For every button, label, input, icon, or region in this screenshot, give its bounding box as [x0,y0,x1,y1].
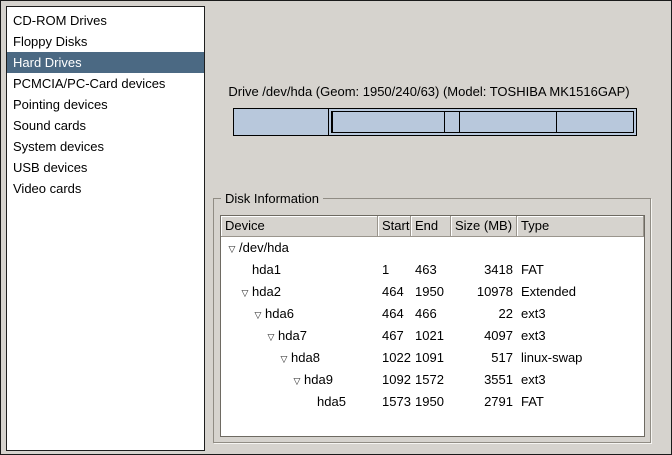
partition-hda9 [460,112,557,132]
cell-size: 10978 [451,281,517,303]
expander-icon[interactable]: ▽ [264,326,278,347]
table-row-hda5[interactable]: hda5 157319502791FAT [221,391,644,413]
cell-type: ext3 [517,369,644,391]
cell-start [378,237,411,259]
sidebar-item-cd-rom-drives[interactable]: CD-ROM Drives [7,10,204,31]
hardware-browser-window: CD-ROM DrivesFloppy DisksHard DrivesPCMC… [0,0,672,455]
column-header-device[interactable]: Device [221,216,378,237]
cell-size: 3551 [451,369,517,391]
cell-start: 464 [378,303,411,325]
cell-type: Extended [517,281,644,303]
table-body: ▽/dev/hdahda114633418FAT▽hda246419501097… [221,237,644,413]
expander-icon[interactable]: ▽ [277,348,291,369]
sidebar-item-video-cards[interactable]: Video cards [7,178,204,199]
cell-size: 517 [451,347,517,369]
device-name-label: hda7 [278,325,307,347]
cell-device: ▽hda6 [221,303,378,325]
extended-partition-inner [331,111,634,133]
sidebar-item-hard-drives[interactable]: Hard Drives [7,52,204,73]
device-name-label: /dev/hda [239,237,289,259]
partition-hda7 [333,112,445,132]
table-header-row: DeviceStartEndSize (MB)Type [221,216,644,237]
expander-icon[interactable]: ▽ [251,304,265,325]
cell-size: 2791 [451,391,517,413]
partition-hda2 [329,109,636,135]
table-row-dev-hda[interactable]: ▽/dev/hda [221,237,644,259]
cell-type: FAT [517,259,644,281]
cell-end: 463 [411,259,451,281]
disk-information-frame-label: Disk Information [221,191,323,206]
disk-information-table: DeviceStartEndSize (MB)Type ▽/dev/hdahda… [220,215,645,437]
cell-end: 1950 [411,281,451,303]
partition-hda1 [234,109,329,135]
table-row-hda2[interactable]: ▽hda2464195010978Extended [221,281,644,303]
device-category-list: CD-ROM DrivesFloppy DisksHard DrivesPCMC… [6,6,205,451]
cell-start: 1573 [378,391,411,413]
cell-device: hda1 [221,259,378,281]
device-name-label: hda6 [265,303,294,325]
cell-type: linux-swap [517,347,644,369]
sidebar-item-system-devices[interactable]: System devices [7,136,204,157]
cell-end [411,237,451,259]
device-name-label: hda9 [304,369,333,391]
sidebar-item-floppy-disks[interactable]: Floppy Disks [7,31,204,52]
cell-size: 22 [451,303,517,325]
partition-hda8 [445,112,459,132]
cell-type: ext3 [517,303,644,325]
device-name-label: hda8 [291,347,320,369]
cell-size: 3418 [451,259,517,281]
column-header-type[interactable]: Type [517,216,644,237]
table-row-hda8[interactable]: ▽hda810221091517linux-swap [221,347,644,369]
cell-size [451,237,517,259]
cell-device: ▽hda8 [221,347,378,369]
cell-start: 1 [378,259,411,281]
cell-start: 464 [378,281,411,303]
cell-type: ext3 [517,325,644,347]
cell-end: 1950 [411,391,451,413]
cell-device: ▽/dev/hda [221,237,378,259]
cell-device: ▽hda9 [221,369,378,391]
cell-size: 4097 [451,325,517,347]
cell-device: hda5 [221,391,378,413]
sidebar-item-pointing-devices[interactable]: Pointing devices [7,94,204,115]
expander-icon[interactable]: ▽ [238,282,252,303]
table-row-hda1[interactable]: hda1 14633418FAT [221,259,644,281]
cell-start: 1092 [378,369,411,391]
drive-description-label: Drive /dev/hda (Geom: 1950/240/63) (Mode… [213,84,645,99]
column-header-size-mb[interactable]: Size (MB) [451,216,517,237]
cell-end: 1572 [411,369,451,391]
cell-end: 466 [411,303,451,325]
cell-type [517,237,644,259]
sidebar-item-pcmcia-pc-card-devices[interactable]: PCMCIA/PC-Card devices [7,73,204,94]
sidebar-item-usb-devices[interactable]: USB devices [7,157,204,178]
table-row-hda7[interactable]: ▽hda746710214097ext3 [221,325,644,347]
expander-icon[interactable]: ▽ [290,370,304,391]
sidebar-item-sound-cards[interactable]: Sound cards [7,115,204,136]
cell-start: 1022 [378,347,411,369]
device-name-label: hda5 [317,391,346,413]
cell-device: ▽hda7 [221,325,378,347]
table-row-hda6[interactable]: ▽hda646446622ext3 [221,303,644,325]
column-header-end[interactable]: End [411,216,451,237]
partition-bar [233,108,637,136]
partition-hda5 [557,112,633,132]
cell-device: ▽hda2 [221,281,378,303]
cell-type: FAT [517,391,644,413]
cell-end: 1021 [411,325,451,347]
cell-end: 1091 [411,347,451,369]
device-name-label: hda2 [252,281,281,303]
column-header-start[interactable]: Start [378,216,411,237]
expander-icon[interactable]: ▽ [225,238,239,259]
device-name-label: hda1 [252,259,281,281]
cell-start: 467 [378,325,411,347]
table-row-hda9[interactable]: ▽hda9109215723551ext3 [221,369,644,391]
